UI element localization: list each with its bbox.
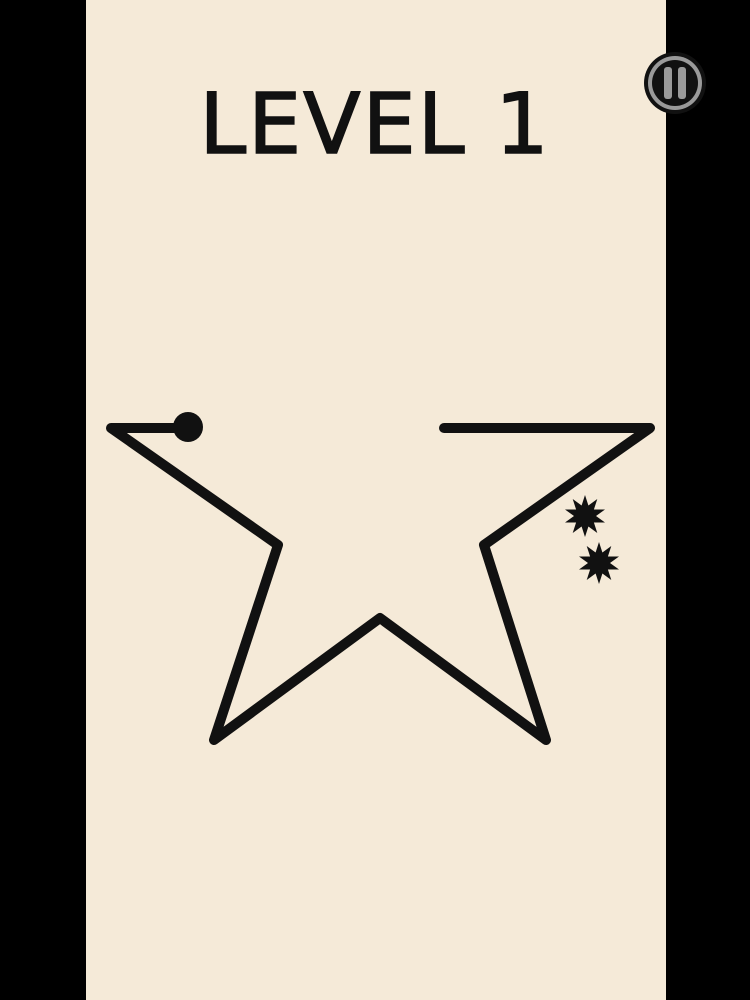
game-board	[106, 412, 655, 745]
game-screen: LEVEL 1	[0, 0, 750, 1000]
player-ball	[173, 412, 203, 442]
spike-mine	[565, 495, 605, 537]
star-path	[106, 423, 655, 745]
spike-mine	[579, 542, 619, 584]
